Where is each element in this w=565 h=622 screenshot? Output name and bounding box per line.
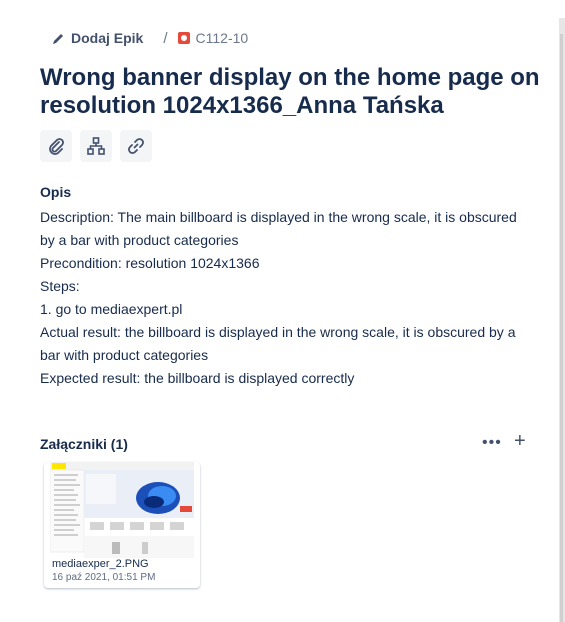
screenshot-thumbnail-image <box>50 462 194 558</box>
issue-key-link[interactable]: C112-10 <box>177 30 249 46</box>
issue-title[interactable]: Wrong banner display on the home page on… <box>40 64 540 120</box>
description-line: Steps: <box>40 278 80 294</box>
attachment-date: 16 paź 2021, 01:51 PM <box>52 572 156 583</box>
description-line: Actual result: the billboard is displaye… <box>40 324 516 363</box>
description-heading: Opis <box>40 184 72 200</box>
issue-key: C112-10 <box>195 30 249 46</box>
add-epic-label: Dodaj Epik <box>71 30 144 46</box>
description-line: 1. go to mediaexpert.pl <box>40 301 183 317</box>
hierarchy-icon <box>87 137 105 155</box>
breadcrumb: Dodaj Epik / C112-10 <box>52 28 248 48</box>
description-line: Expected result: the billboard is displa… <box>40 370 355 386</box>
breadcrumb-separator: / <box>163 29 168 47</box>
attachment-name: mediaexper_2.PNG <box>52 558 149 570</box>
scrollbar-thumb[interactable] <box>560 34 563 622</box>
attachment-card[interactable]: mediaexper_2.PNG 16 paź 2021, 01:51 PM <box>44 462 200 588</box>
pencil-icon <box>53 33 63 44</box>
link-issue-button[interactable] <box>120 130 152 162</box>
attachments-heading: Załączniki (1) <box>40 436 128 452</box>
description-body[interactable]: Description: The main billboard is displ… <box>40 206 520 390</box>
add-epic-link[interactable]: Dodaj Epik <box>52 30 143 46</box>
link-icon <box>128 138 144 154</box>
issue-actions <box>40 130 152 162</box>
bug-icon <box>177 32 190 44</box>
description-line: Precondition: resolution 1024x1366 <box>40 255 260 271</box>
attach-button[interactable] <box>40 130 72 162</box>
child-issue-button[interactable] <box>80 130 112 162</box>
attachments-more-button[interactable]: ••• <box>482 434 502 452</box>
attachment-thumbnail <box>50 462 194 558</box>
attachments-add-button[interactable]: + <box>514 431 526 451</box>
paperclip-icon <box>49 138 64 155</box>
description-line: Description: The main billboard is displ… <box>40 209 517 248</box>
